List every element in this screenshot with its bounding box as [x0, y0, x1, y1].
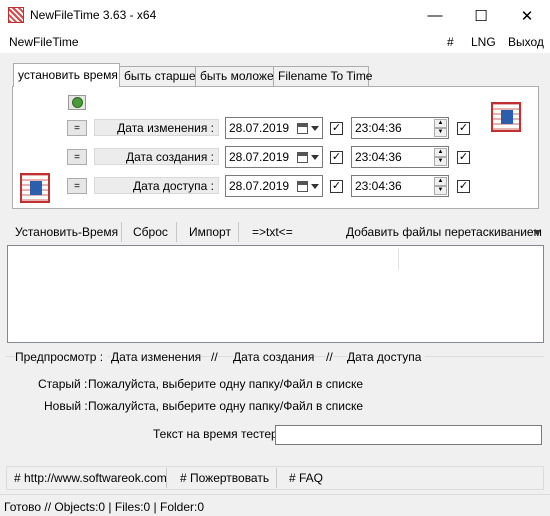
- donate-link[interactable]: # Пожертвовать: [180, 471, 269, 485]
- link-separator: [166, 468, 167, 488]
- toolbar-separator: [238, 222, 239, 242]
- preview-modified: Дата изменения: [111, 350, 202, 364]
- drag-drop-button[interactable]: Добавить файлы перетаскиванием: [346, 225, 542, 239]
- status-text: Готово // Objects:0 | Files:0 | Folder:0: [4, 500, 205, 514]
- menu-app-name[interactable]: NewFileTime: [9, 35, 79, 49]
- tab-filename-to-time[interactable]: Filename To Time: [273, 66, 372, 86]
- chevron-down-icon: [311, 126, 319, 131]
- column-divider: [398, 248, 399, 270]
- equal-button-modified[interactable]: =: [67, 120, 87, 136]
- menu-bar: NewFileTime # LNG Выход: [0, 31, 550, 53]
- modified-time-value: 23:04:36: [355, 121, 402, 135]
- equal-button-accessed[interactable]: =: [67, 178, 87, 194]
- accessed-time-picker[interactable]: 23:04:36 ▲ ▼: [351, 175, 449, 197]
- file-list[interactable]: [7, 245, 544, 343]
- spin-down-button[interactable]: ▼: [434, 157, 447, 166]
- calendar-icon: [297, 123, 308, 134]
- label-modified-date: Дата изменения :: [94, 119, 219, 136]
- faq-link[interactable]: # FAQ: [289, 471, 323, 485]
- accessed-date-picker[interactable]: 28.07.2019: [225, 175, 323, 197]
- accessed-date-value: 28.07.2019: [229, 179, 290, 193]
- created-date-picker[interactable]: 28.07.2019: [225, 146, 323, 168]
- spin-up-button[interactable]: ▲: [434, 177, 447, 186]
- chevron-down-icon: [311, 155, 319, 160]
- modified-time-checkbox[interactable]: ✓: [457, 122, 470, 135]
- calendar-icon: [297, 181, 308, 192]
- preview-accessed: Дата доступа: [347, 350, 426, 364]
- accessed-time-checkbox[interactable]: ✓: [457, 180, 470, 193]
- refresh-button[interactable]: [68, 95, 86, 110]
- created-time-value: 23:04:36: [355, 150, 402, 164]
- created-date-value: 28.07.2019: [229, 150, 290, 164]
- reset-button[interactable]: Сброс: [133, 225, 168, 239]
- new-value: Пожалуйста, выберите одну папку/Файл в с…: [88, 399, 363, 413]
- spin-down-button[interactable]: ▼: [434, 128, 447, 137]
- accessed-date-checkbox[interactable]: ✓: [330, 180, 343, 193]
- set-time-button[interactable]: Установить-Время: [15, 225, 118, 239]
- calendar-icon: [297, 152, 308, 163]
- link-separator: [276, 468, 277, 488]
- old-label: Старый :: [38, 377, 88, 391]
- old-value: Пожалуйста, выберите одну папку/Файл в с…: [88, 377, 363, 391]
- label-accessed-date: Дата доступа :: [94, 177, 219, 194]
- menu-hash[interactable]: #: [447, 35, 454, 49]
- accessed-time-value: 23:04:36: [355, 179, 402, 193]
- menu-exit[interactable]: Выход: [508, 35, 544, 49]
- txt-button[interactable]: =>txt<=: [252, 225, 293, 239]
- spin-down-button[interactable]: ▼: [434, 186, 447, 195]
- tab-older[interactable]: быть старше: [119, 66, 196, 86]
- chevron-down-icon[interactable]: [533, 230, 541, 235]
- created-time-picker[interactable]: 23:04:36 ▲ ▼: [351, 146, 449, 168]
- modified-date-value: 28.07.2019: [229, 121, 290, 135]
- equal-button-created[interactable]: =: [67, 149, 87, 165]
- import-button[interactable]: Импорт: [189, 225, 231, 239]
- tab-set-time[interactable]: установить время: [13, 63, 120, 87]
- tester-input[interactable]: [275, 425, 542, 445]
- spin-up-button[interactable]: ▲: [434, 119, 447, 128]
- label-created-date: Дата создания :: [94, 148, 219, 165]
- menu-language[interactable]: LNG: [471, 35, 496, 49]
- close-button[interactable]: ✕: [504, 0, 550, 31]
- preview-created: Дата создания: [233, 350, 315, 364]
- modified-date-checkbox[interactable]: ✓: [330, 122, 343, 135]
- title-bar: NewFileTime 3.63 - x64 — ☐ ✕: [0, 0, 550, 31]
- set-time-icon[interactable]: [491, 102, 521, 132]
- created-date-checkbox[interactable]: ✓: [330, 151, 343, 164]
- window-title: NewFileTime 3.63 - x64: [30, 8, 157, 22]
- spin-up-button[interactable]: ▲: [434, 148, 447, 157]
- app-icon: [8, 7, 24, 23]
- tab-younger[interactable]: быть моложе: [195, 66, 274, 86]
- modified-date-picker[interactable]: 28.07.2019: [225, 117, 323, 139]
- created-time-checkbox[interactable]: ✓: [457, 151, 470, 164]
- preview-separator: //: [211, 350, 218, 364]
- minimize-button[interactable]: —: [412, 0, 458, 31]
- file-time-icon[interactable]: [20, 173, 50, 203]
- preview-separator: //: [326, 350, 333, 364]
- preview-title: Предпросмотр :: [15, 350, 108, 364]
- new-label: Новый :: [44, 399, 88, 413]
- maximize-button[interactable]: ☐: [458, 0, 504, 31]
- refresh-icon: [71, 97, 83, 108]
- website-link[interactable]: # http://www.softwareok.com: [14, 471, 167, 485]
- chevron-down-icon: [311, 184, 319, 189]
- modified-time-picker[interactable]: 23:04:36 ▲ ▼: [351, 117, 449, 139]
- toolbar-separator: [176, 222, 177, 242]
- status-bar: Готово // Objects:0 | Files:0 | Folder:0: [0, 494, 550, 516]
- tester-label: Текст на время тестер: [153, 427, 278, 441]
- toolbar-separator: [121, 222, 122, 242]
